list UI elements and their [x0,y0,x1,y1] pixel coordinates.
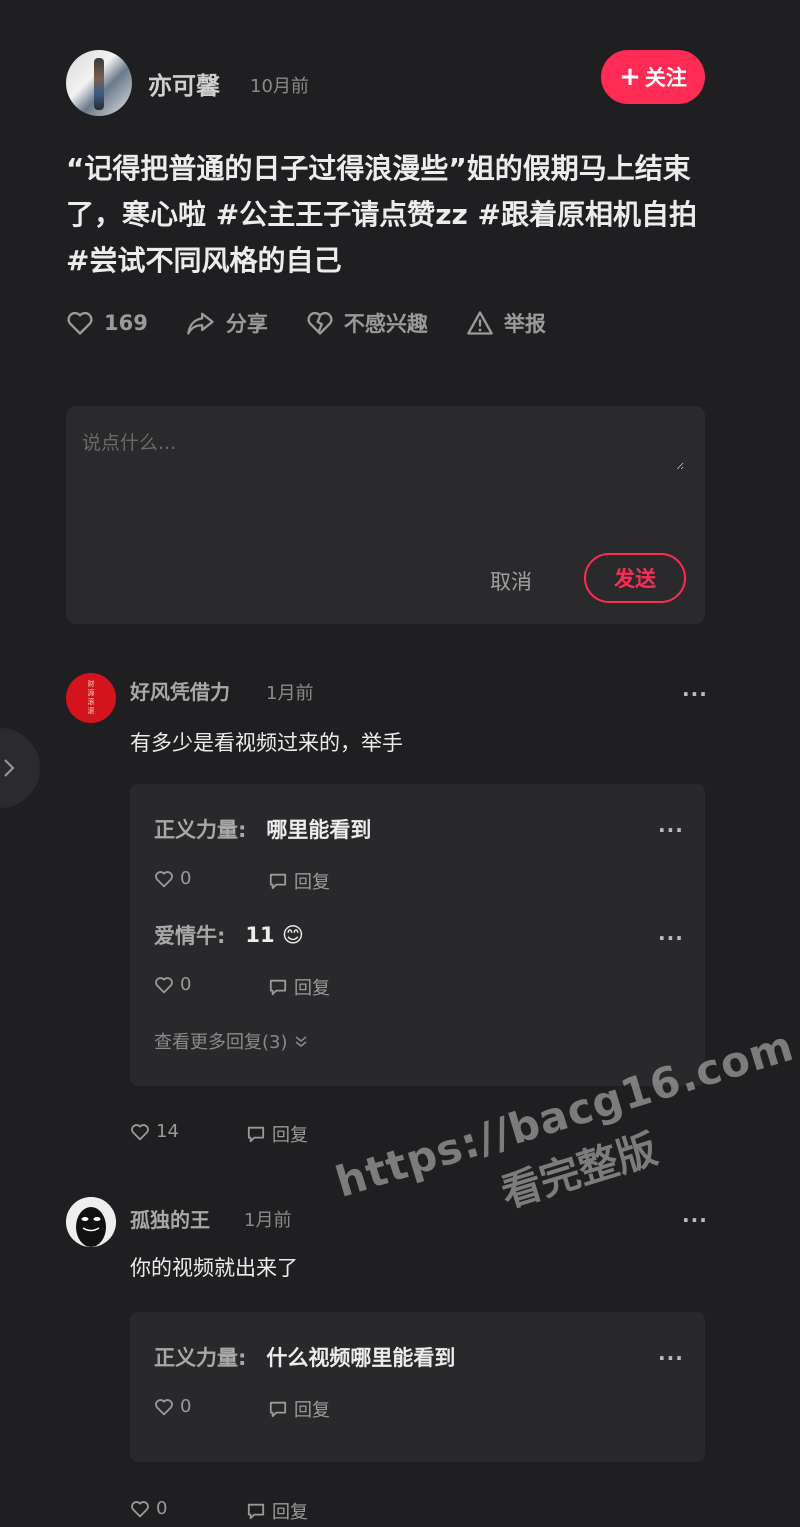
author-avatar[interactable] [66,50,132,116]
caption-line: “记得把普通的日子过得浪漫些”姐的假期马上结束 [66,152,691,185]
report-label: 举报 [503,312,546,336]
like-count: 0 [180,974,192,995]
comment-text: 有多少是看视频过来的，举手 [130,731,403,755]
comment-like-button[interactable]: 0 [130,1498,167,1519]
comment-icon [269,979,287,996]
reply-author[interactable]: 正义力量: [154,1342,246,1372]
commenter-name[interactable]: 孤独的王 [130,1204,210,1233]
post-time: 10月前 [250,76,309,97]
reply-label: 回复 [272,1502,308,1523]
comment-icon [269,873,287,890]
not-interested-label: 不感兴趣 [343,312,428,336]
reply-label: 回复 [294,978,330,999]
commenter-avatar[interactable] [66,1197,116,1247]
share-label: 分享 [225,312,268,336]
reply-label: 回复 [272,1125,308,1146]
comment-reply-button[interactable]: 回复 [246,1121,308,1147]
comment-like-button[interactable]: 14 [130,1121,179,1142]
comment-icon [247,1503,265,1520]
heart-icon [155,1398,173,1415]
more-options-button[interactable]: ··· [658,818,684,842]
heart-icon [131,1123,149,1140]
follow-button[interactable]: + 关注 [601,50,705,104]
reply-button[interactable]: 回复 [268,1396,330,1422]
follow-label: 关注 [644,66,687,90]
reply-like-button[interactable]: 0 [154,974,191,995]
broken-heart-icon [307,311,333,335]
heart-icon [155,870,173,887]
reply-like-button[interactable]: 0 [154,868,191,889]
reply-button[interactable]: 回复 [268,868,330,894]
dark-face-icon [66,1197,116,1247]
comment-time: 1月前 [266,683,314,704]
like-count: 0 [180,1396,192,1417]
view-more-label: 查看更多回复(3) [154,1032,288,1053]
comment-icon [269,1401,287,1418]
plus-icon: + [619,62,641,92]
heart-icon [67,311,93,335]
reply-text: 哪里能看到 [266,818,372,842]
comment-input[interactable] [80,426,684,470]
view-more-replies-button[interactable]: 查看更多回复(3) [154,1028,308,1054]
author-name[interactable]: 亦可馨 [148,66,220,101]
post-actions: 169 分享 不感兴趣 举报 [66,306,546,340]
not-interested-button[interactable]: 不感兴趣 [306,308,428,338]
like-count: 0 [180,868,192,889]
caption-line: #尝试不同风格的自己 [66,244,342,277]
comment-time: 1月前 [244,1210,292,1231]
more-options-button[interactable]: ··· [682,1208,708,1232]
reply-author[interactable]: 正义力量: [154,814,246,844]
reply-label: 回复 [294,872,330,893]
avatar-seal-text: 财源滚滚 [87,680,95,715]
caption-line: 了，寒心啦 #公主王子请点赞zz #跟着原相机自拍 [66,198,698,231]
comment-box: 取消 发送 [66,406,705,624]
reply-item: 正义力量: 哪里能看到 [154,814,371,844]
report-button[interactable]: 举报 [466,308,546,338]
comment-text: 你的视频就出来了 [130,1256,298,1280]
commenter-name[interactable]: 好风凭借力 [130,676,230,705]
chevron-right-icon [4,759,15,777]
like-count: 14 [156,1121,179,1142]
comment-reply-button[interactable]: 回复 [246,1498,308,1524]
expand-arrow-button[interactable] [0,728,40,808]
cancel-button[interactable]: 取消 [490,566,532,596]
share-button[interactable]: 分享 [186,308,268,338]
reply-like-button[interactable]: 0 [154,1396,191,1417]
comment-icon [247,1126,265,1143]
reply-text: 11 😊 [245,923,304,947]
like-button[interactable]: 169 [66,310,148,336]
more-options-button[interactable]: ··· [658,1346,684,1370]
more-options-button[interactable]: ··· [658,926,684,950]
reply-panel: 正义力量: 哪里能看到 ··· 0 回复 爱情牛: 11 😊 ··· 0 回复 … [130,784,705,1086]
post-caption: “记得把普通的日子过得浪漫些”姐的假期马上结束 了，寒心啦 #公主王子请点赞zz… [66,146,716,284]
reply-panel: 正义力量: 什么视频哪里能看到 ··· 0 回复 [130,1312,705,1462]
share-icon [186,312,214,335]
chevron-down-icon [295,1036,306,1047]
send-button[interactable]: 发送 [584,553,686,603]
reply-label: 回复 [294,1400,330,1421]
reply-button[interactable]: 回复 [268,974,330,1000]
warning-icon [467,311,493,335]
reply-item: 爱情牛: 11 😊 [154,920,304,950]
reply-item: 正义力量: 什么视频哪里能看到 [154,1342,455,1372]
like-count: 0 [156,1498,168,1519]
commenter-avatar[interactable]: 财源滚滚 [66,673,116,723]
reply-text: 什么视频哪里能看到 [266,1346,456,1370]
like-count: 169 [104,311,148,335]
reply-author[interactable]: 爱情牛: [154,920,225,950]
heart-icon [131,1500,149,1517]
more-options-button[interactable]: ··· [682,682,708,706]
heart-icon [155,976,173,993]
